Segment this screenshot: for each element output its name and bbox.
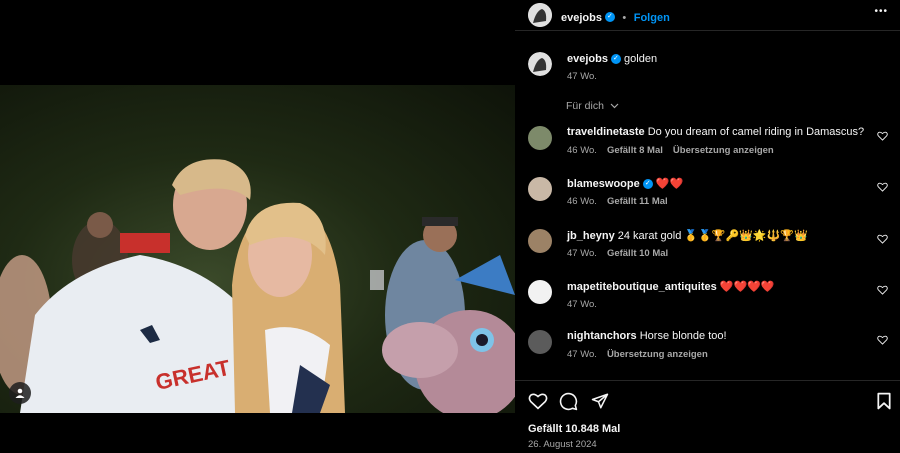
comment-text: ❤️❤️❤️❤️: [719, 281, 775, 293]
chevron-down-icon: [610, 103, 619, 109]
commenter-avatar[interactable]: [528, 229, 552, 253]
comment-username[interactable]: mapetiteboutique_antiquites: [567, 281, 717, 293]
more-options-icon[interactable]: •••: [874, 6, 888, 17]
comment-likes[interactable]: Gefällt 8 Mal: [607, 145, 663, 156]
comment-item: nightanchors Horse blonde too! 47 Wo. Übe…: [527, 330, 888, 370]
action-bar: Gefällt 10.848 Mal 26. August 2024: [515, 380, 900, 453]
separator-dot: •: [622, 12, 627, 24]
post-panel: evejobs ✓ • Folgen ••• evejobs ✓ golden 47…: [515, 0, 900, 452]
user-tag-button[interactable]: [9, 382, 31, 404]
comment-likes[interactable]: Gefällt 10 Mal: [607, 248, 668, 259]
comment-age: 46 Wo.: [567, 145, 597, 156]
translate-link[interactable]: Übersetzung anzeigen: [607, 349, 708, 360]
verified-icon: ✓: [604, 11, 615, 22]
comment-username[interactable]: jb_heyny: [567, 230, 615, 242]
commenter-avatar[interactable]: [528, 126, 552, 150]
post-photo[interactable]: GREAT BRITAIN: [0, 85, 515, 413]
comment-filter-label: Für dich: [566, 100, 604, 112]
translate-link[interactable]: Übersetzung anzeigen: [673, 145, 774, 156]
caption-text: golden: [624, 53, 658, 65]
follow-button[interactable]: Folgen: [634, 12, 670, 24]
post-date: 26. August 2024: [528, 439, 597, 450]
comment-likes[interactable]: Gefällt 11 Mal: [607, 196, 668, 207]
comment-icon[interactable]: [559, 392, 578, 411]
caption-age: 47 Wo.: [567, 71, 597, 82]
likes-count[interactable]: Gefällt 10.848 Mal: [528, 423, 620, 435]
comment-item: jb_heyny 24 karat gold 🥇🥇🏆🔑👑🌟🔱🏆👑 47 Wo. G…: [527, 229, 888, 269]
comment-item: traveldinetaste Do you dream of camel ri…: [527, 126, 888, 166]
post-header: evejobs ✓ • Folgen •••: [515, 0, 900, 31]
comment-item: blameswoope ✓ ❤️❤️ 46 Wo. Gefällt 11 Mal: [527, 177, 888, 217]
comment-like-heart-icon[interactable]: [877, 182, 888, 192]
verified-icon: ✓: [610, 54, 621, 65]
person-icon: [15, 388, 25, 398]
comment-username[interactable]: nightanchors: [567, 330, 637, 342]
comment-text: Horse blonde too!: [639, 330, 727, 342]
comment-username[interactable]: blameswoope: [567, 178, 640, 190]
author-username[interactable]: evejobs: [561, 12, 602, 24]
caption-avatar[interactable]: [528, 52, 552, 76]
comment-like-heart-icon[interactable]: [877, 335, 888, 345]
comment-age: 47 Wo.: [567, 349, 597, 360]
share-icon[interactable]: [591, 392, 609, 410]
comment-like-heart-icon[interactable]: [877, 234, 888, 244]
comment-text: 24 karat gold 🥇🥇🏆🔑👑🌟🔱🏆👑: [617, 230, 808, 242]
commenter-avatar[interactable]: [528, 280, 552, 304]
save-bookmark-icon[interactable]: [877, 392, 891, 410]
comment-age: 47 Wo.: [567, 299, 597, 310]
commenter-avatar[interactable]: [528, 177, 552, 201]
caption-username[interactable]: evejobs: [567, 53, 608, 65]
post-media: GREAT BRITAIN: [0, 0, 515, 452]
verified-icon: ✓: [642, 179, 653, 190]
avatar-image: [528, 3, 552, 27]
comment-like-heart-icon[interactable]: [877, 285, 888, 295]
comment-text: ❤️❤️: [655, 178, 684, 190]
comment-like-heart-icon[interactable]: [877, 131, 888, 141]
comment-item: mapetiteboutique_antiquites ❤️❤️❤️❤️ 47 …: [527, 280, 888, 320]
commenter-avatar[interactable]: [528, 330, 552, 354]
comment-age: 47 Wo.: [567, 248, 597, 259]
like-heart-icon[interactable]: [528, 392, 548, 410]
comment-username[interactable]: traveldinetaste: [567, 126, 645, 138]
photo-illustration: GREAT BRITAIN: [0, 159, 515, 413]
comment-text: Do you dream of camel riding in Damascus…: [647, 126, 865, 138]
avatar-image: [528, 52, 552, 76]
comment-filter-dropdown[interactable]: Für dich: [566, 100, 619, 112]
author-avatar[interactable]: [528, 3, 552, 27]
comment-age: 46 Wo.: [567, 196, 597, 207]
